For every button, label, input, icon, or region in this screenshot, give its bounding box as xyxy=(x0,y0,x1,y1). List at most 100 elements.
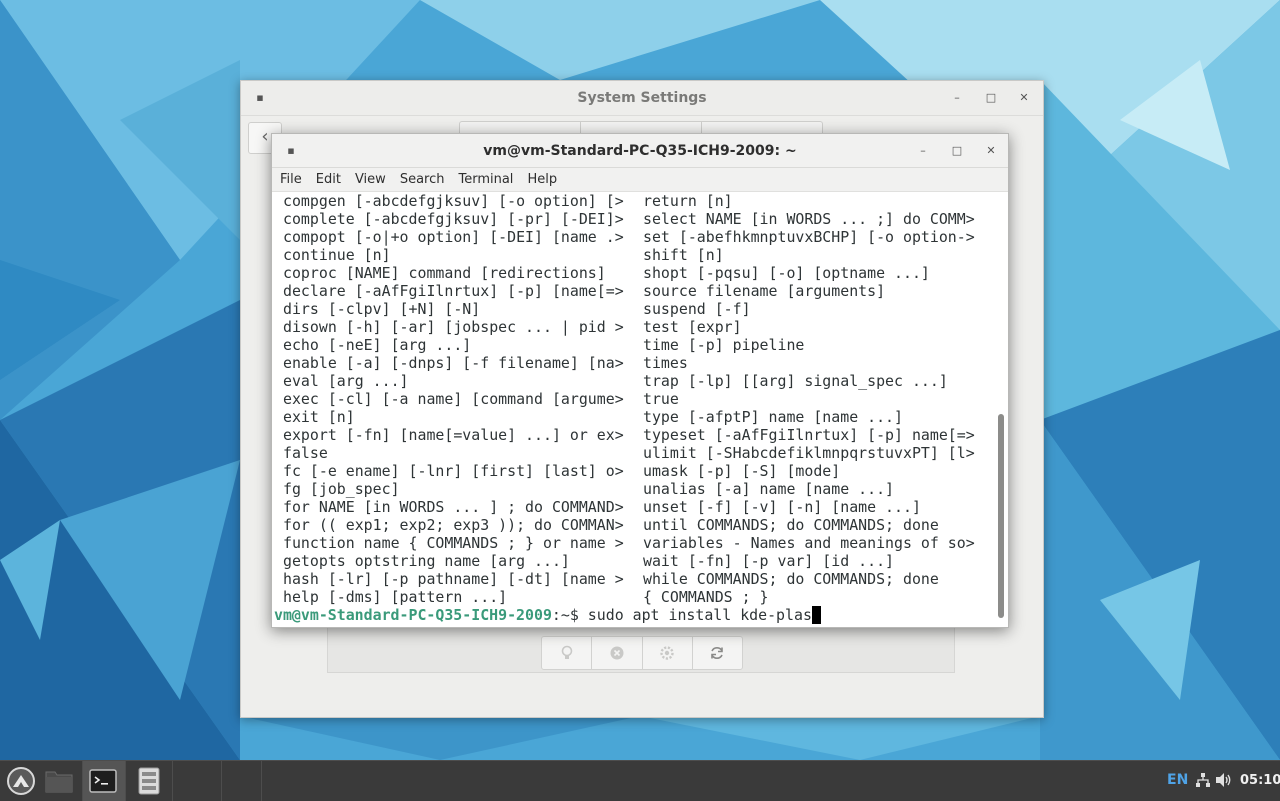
terminal-line-left: fc [-e ename] [-lnr] [first] [last] o> xyxy=(283,462,624,480)
terminal-line: coproc [NAME] command [redirections] shop… xyxy=(283,264,993,282)
terminal-line-left: help [-dms] [pattern ...] xyxy=(283,588,508,606)
terminal-line: complete [-abcdefgjksuv] [-pr] [-DEI]> se… xyxy=(283,210,993,228)
close-circle-icon xyxy=(610,646,624,660)
close-icon[interactable]: ✕ xyxy=(1015,89,1033,107)
text-cursor xyxy=(811,606,821,624)
menu-search[interactable]: Search xyxy=(394,172,451,187)
terminal-line-right: trap [-lp] [[arg] signal_spec ...] xyxy=(643,372,948,390)
volume-icon[interactable] xyxy=(1215,772,1233,788)
taskbar-empty-slot[interactable] xyxy=(221,761,262,801)
menu-terminal[interactable]: Terminal xyxy=(452,172,519,187)
terminal-line: export [-fn] [name[=value] ...] or ex> ty… xyxy=(283,426,993,444)
taskbar: EN 05:10 xyxy=(0,760,1280,801)
minimize-icon[interactable]: – xyxy=(914,142,932,160)
terminal-line: for NAME [in WORDS ... ] ; do COMMAND> un… xyxy=(283,498,993,516)
settings-gear-button[interactable] xyxy=(643,637,693,669)
terminal-output[interactable]: compgen [-abcdefgjksuv] [-o option] [> re… xyxy=(272,192,994,626)
keyboard-layout-indicator[interactable]: EN xyxy=(1167,772,1188,788)
prompt-path: :~ xyxy=(551,606,570,624)
prompt-user-host: vm@vm-Standard-PC-Q35-ICH9-2009 xyxy=(274,606,552,624)
maximize-icon[interactable]: □ xyxy=(948,142,966,160)
terminal-prompt-line[interactable]: vm@vm-Standard-PC-Q35-ICH9-2009:~$ sudo … xyxy=(274,606,984,624)
terminal-line-right: typeset [-aAfFgiIlnrtux] [-p] name[=> xyxy=(643,426,975,444)
gear-icon xyxy=(660,646,674,660)
terminal-scrollbar[interactable] xyxy=(995,192,1007,626)
taskbar-empty-slot[interactable] xyxy=(172,761,222,801)
terminal-line-right: source filename [arguments] xyxy=(643,282,886,300)
terminal-line-left: export [-fn] [name[=value] ...] or ex> xyxy=(283,426,624,444)
terminal-line-right: ulimit [-SHabcdefiklmnpqrstuvxPT] [l> xyxy=(643,444,975,462)
terminal-line-left: disown [-h] [-ar] [jobspec ... | pid > xyxy=(283,318,624,336)
terminal-line: fc [-e ename] [-lnr] [first] [last] o> um… xyxy=(283,462,993,480)
terminal-line: enable [-a] [-dnps] [-f filename] [na> ti… xyxy=(283,354,993,372)
terminal-line-right: shopt [-pqsu] [-o] [optname ...] xyxy=(643,264,930,282)
settings-toolbar xyxy=(541,636,743,670)
refresh-icon xyxy=(711,647,724,659)
refresh-button[interactable] xyxy=(693,637,742,669)
terminal-line-left: continue [n] xyxy=(283,246,391,264)
terminal-line-right: until COMMANDS; do COMMANDS; done xyxy=(643,516,939,534)
scrollbar-thumb[interactable] xyxy=(998,414,1004,618)
terminal-line: hash [-lr] [-p pathname] [-dt] [name > wh… xyxy=(283,570,993,588)
lightbulb-button[interactable] xyxy=(542,637,593,669)
terminal-launcher[interactable] xyxy=(82,761,124,801)
terminal-line-left: enable [-a] [-dnps] [-f filename] [na> xyxy=(283,354,624,372)
app-menu-icon xyxy=(7,767,35,795)
terminal-line: for (( exp1; exp2; exp3 )); do COMMAN> un… xyxy=(283,516,993,534)
clear-button[interactable] xyxy=(592,637,643,669)
terminal-line: declare [-aAfFgiIlnrtux] [-p] [name[=> so… xyxy=(283,282,993,300)
terminal-line: false ulimit [-SHabcdefiklmnpqrstuvxPT] [… xyxy=(283,444,993,462)
file-manager-launcher[interactable] xyxy=(38,761,80,801)
terminal-line-right: times xyxy=(643,354,688,372)
terminal-line-right: shift [n] xyxy=(643,246,724,264)
maximize-icon[interactable]: □ xyxy=(982,89,1000,107)
terminal-window: ▪ vm@vm-Standard-PC-Q35-ICH9-2009: ~ – □… xyxy=(271,133,1009,628)
terminal-line-left: hash [-lr] [-p pathname] [-dt] [name > xyxy=(283,570,624,588)
terminal-line: fg [job_spec] unalias [-a] name [name ...… xyxy=(283,480,993,498)
terminal-line-left: getopts optstring name [arg ...] xyxy=(283,552,570,570)
terminal-line-right: while COMMANDS; do COMMANDS; done xyxy=(643,570,939,588)
settings-window-title: System Settings xyxy=(577,90,707,106)
terminal-line-right: test [expr] xyxy=(643,318,742,336)
terminal-line: getopts optstring name [arg ...] wait [-f… xyxy=(283,552,993,570)
menu-file[interactable]: File xyxy=(274,172,308,187)
minimize-icon[interactable]: – xyxy=(948,89,966,107)
terminal-line-left: eval [arg ...] xyxy=(283,372,409,390)
terminal-line-right: unalias [-a] name [name ...] xyxy=(643,480,895,498)
terminal-line-left: exit [n] xyxy=(283,408,355,426)
terminal-line: help [-dms] [pattern ...] { COMMANDS ; } xyxy=(283,588,993,606)
terminal-line-right: true xyxy=(643,390,679,408)
terminal-line-right: umask [-p] [-S] [mode] xyxy=(643,462,841,480)
terminal-line-left: false xyxy=(283,444,328,462)
terminal-line-right: variables - Names and meanings of so> xyxy=(643,534,975,552)
terminal-line-left: exec [-cl] [-a name] [command [argume> xyxy=(283,390,624,408)
terminal-line: continue [n] shift [n] xyxy=(283,246,993,264)
archive-launcher[interactable] xyxy=(128,761,170,801)
settings-titlebar[interactable]: ▪ System Settings – □ ✕ xyxy=(241,81,1043,116)
network-icon[interactable] xyxy=(1195,772,1211,788)
app-menu-button[interactable] xyxy=(0,761,42,801)
terminal-line-left: echo [-neE] [arg ...] xyxy=(283,336,472,354)
terminal-line-left: fg [job_spec] xyxy=(283,480,400,498)
terminal-line-left: compgen [-abcdefgjksuv] [-o option] [> xyxy=(283,192,624,210)
terminal-line-right: select NAME [in WORDS ... ;] do COMM> xyxy=(643,210,975,228)
terminal-line: disown [-h] [-ar] [jobspec ... | pid > te… xyxy=(283,318,993,336)
terminal-line: exit [n] type [-afptP] name [name ...] xyxy=(283,408,993,426)
terminal-line-right: suspend [-f] xyxy=(643,300,751,318)
menu-help[interactable]: Help xyxy=(521,172,563,187)
menu-edit[interactable]: Edit xyxy=(310,172,347,187)
menu-view[interactable]: View xyxy=(349,172,392,187)
close-icon[interactable]: ✕ xyxy=(982,142,1000,160)
chevron-left-icon: ‹ xyxy=(261,126,269,147)
terminal-titlebar[interactable]: ▪ vm@vm-Standard-PC-Q35-ICH9-2009: ~ – □… xyxy=(272,134,1008,168)
terminal-line-right: { COMMANDS ; } xyxy=(643,588,769,606)
terminal-line: compopt [-o|+o option] [-DEI] [name .> se… xyxy=(283,228,993,246)
clock[interactable]: 05:10 xyxy=(1240,773,1280,788)
terminal-line-left: complete [-abcdefgjksuv] [-pr] [-DEI]> xyxy=(283,210,624,228)
terminal-line-left: coproc [NAME] command [redirections] xyxy=(283,264,606,282)
archive-icon xyxy=(138,767,160,795)
terminal-line-left: dirs [-clpv] [+N] [-N] xyxy=(283,300,481,318)
terminal-menubar: File Edit View Search Terminal Help xyxy=(272,168,1008,192)
terminal-window-title: vm@vm-Standard-PC-Q35-ICH9-2009: ~ xyxy=(483,143,797,159)
terminal-line-right: time [-p] pipeline xyxy=(643,336,805,354)
